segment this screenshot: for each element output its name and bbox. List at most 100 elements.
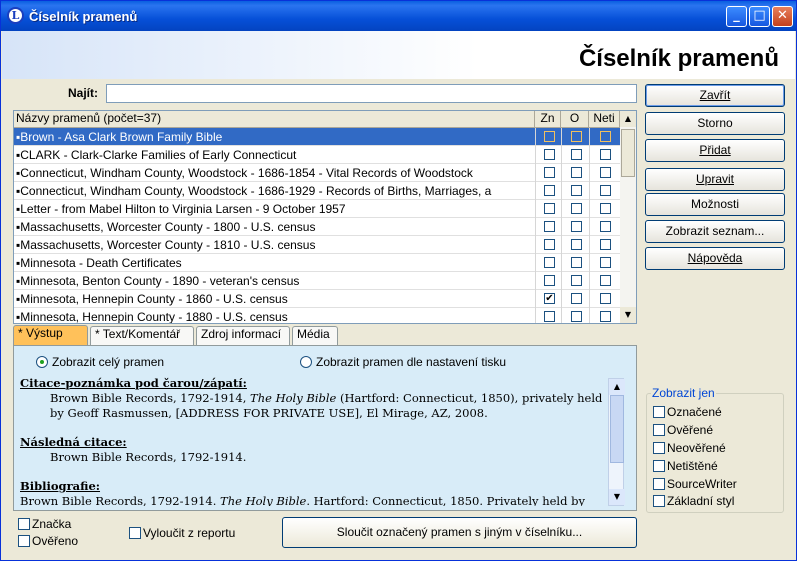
- cell-zn: [535, 218, 561, 236]
- checkbox-o[interactable]: [571, 257, 582, 268]
- table-row[interactable]: ▪Connecticut, Windham County, Woodstock …: [14, 164, 620, 182]
- table-row[interactable]: ▪Massachusetts, Worcester County - 1810 …: [14, 236, 620, 254]
- tab-output[interactable]: * Výstup: [13, 325, 88, 345]
- tab-source-info[interactable]: Zdroj informací: [196, 326, 290, 345]
- checkbox-zn[interactable]: ✔: [544, 293, 555, 304]
- source-name: ▪Connecticut, Windham County, Woodstock …: [16, 166, 473, 180]
- column-header-name[interactable]: Názvy pramenů (počet=37): [14, 111, 535, 128]
- mark-checkbox[interactable]: Značka: [18, 517, 71, 531]
- source-name: ▪Minnesota, Hennepin County - 1880 - U.S…: [16, 310, 288, 324]
- column-header-o[interactable]: O: [561, 111, 589, 128]
- cell-neti: [589, 272, 620, 290]
- table-row[interactable]: ▪Minnesota, Benton County - 1890 - veter…: [14, 272, 620, 290]
- citation-scroll-thumb[interactable]: [610, 395, 624, 463]
- checkbox-zn[interactable]: [544, 149, 555, 160]
- citation-scrollbar[interactable]: ▲ ▼: [608, 378, 625, 506]
- scroll-up-icon[interactable]: ▲: [620, 111, 636, 127]
- table-row[interactable]: ▪Minnesota - Death Certificates: [14, 254, 620, 272]
- cell-zn: [535, 272, 561, 290]
- checkbox-zn[interactable]: [544, 257, 555, 268]
- checkbox-o[interactable]: [571, 203, 582, 214]
- checkbox-zn[interactable]: [544, 185, 555, 196]
- table-row[interactable]: ▪Connecticut, Windham County, Woodstock …: [14, 182, 620, 200]
- footnote-heading: Citace-poznámka pod čarou/zápatí:: [20, 376, 247, 390]
- tab-text-comment[interactable]: * Text/Komentář: [90, 326, 194, 345]
- radio-print-settings[interactable]: Zobrazit pramen dle nastavení tisku: [300, 355, 506, 369]
- checkbox-o[interactable]: [571, 275, 582, 286]
- table-row[interactable]: ▪Minnesota, Hennepin County - 1860 - U.S…: [14, 290, 620, 308]
- grid-scrollbar[interactable]: ▲ ▼: [620, 111, 636, 323]
- checkbox-zn[interactable]: [544, 239, 555, 250]
- checkbox-neti[interactable]: [600, 257, 611, 268]
- radio-full-source[interactable]: Zobrazit celý pramen: [36, 355, 164, 369]
- cell-neti: [589, 146, 620, 164]
- app-logo-icon: L: [7, 7, 24, 24]
- minimize-button[interactable]: _: [726, 6, 747, 27]
- filter-sourcewriter[interactable]: SourceWriter: [653, 477, 737, 491]
- close-window-button[interactable]: ✕: [772, 6, 793, 27]
- edit-button[interactable]: Upravit: [645, 168, 785, 191]
- cell-neti: [589, 128, 620, 146]
- cell-o: [561, 290, 589, 308]
- cell-zn: [535, 236, 561, 254]
- cell-zn: [535, 254, 561, 272]
- checkbox-o[interactable]: [571, 221, 582, 232]
- checkbox-neti[interactable]: [600, 275, 611, 286]
- output-panel: Zobrazit celý pramen Zobrazit pramen dle…: [13, 345, 637, 511]
- checkbox-o[interactable]: [571, 131, 582, 142]
- checkbox-neti[interactable]: [600, 311, 611, 322]
- checkbox-zn[interactable]: [544, 275, 555, 286]
- checkbox-neti[interactable]: [600, 131, 611, 142]
- table-row[interactable]: ▪Brown - Asa Clark Brown Family Bible: [14, 128, 620, 146]
- checkbox-zn[interactable]: [544, 167, 555, 178]
- filter-basic-style[interactable]: Základní styl: [653, 494, 734, 508]
- show-list-button[interactable]: Zobrazit seznam...: [645, 220, 785, 243]
- table-row[interactable]: ▪Letter - from Mabel Hilton to Virginia …: [14, 200, 620, 218]
- close-button[interactable]: Zavřít: [645, 84, 785, 107]
- verified-checkbox[interactable]: Ověřeno: [18, 534, 78, 548]
- checkbox-neti[interactable]: [600, 149, 611, 160]
- column-header-zn[interactable]: Zn: [535, 111, 561, 128]
- scroll-thumb[interactable]: [621, 129, 635, 177]
- options-button[interactable]: Možnosti: [645, 193, 785, 216]
- checkbox-neti[interactable]: [600, 239, 611, 250]
- checkbox-zn[interactable]: [544, 221, 555, 232]
- checkbox-o[interactable]: [571, 311, 582, 322]
- checkbox-o[interactable]: [571, 149, 582, 160]
- column-header-neti[interactable]: Neti: [589, 111, 620, 128]
- checkbox-zn[interactable]: [544, 203, 555, 214]
- checkbox-neti[interactable]: [600, 167, 611, 178]
- find-input[interactable]: [106, 84, 637, 103]
- cell-zn: [535, 182, 561, 200]
- table-row[interactable]: ▪Massachusetts, Worcester County - 1800 …: [14, 218, 620, 236]
- cancel-button[interactable]: Storno: [645, 112, 785, 135]
- filter-unverified[interactable]: Neověřené: [653, 441, 726, 455]
- filter-unprinted[interactable]: Netištěné: [653, 459, 718, 473]
- scroll-down-icon[interactable]: ▼: [620, 307, 636, 323]
- checkbox-o[interactable]: [571, 185, 582, 196]
- exclude-report-checkbox[interactable]: Vyloučit z reportu: [129, 526, 235, 540]
- checkbox-o[interactable]: [571, 293, 582, 304]
- tab-media[interactable]: Média: [292, 326, 338, 345]
- table-row[interactable]: ▪CLARK - Clark-Clarke Families of Early …: [14, 146, 620, 164]
- filter-marked[interactable]: Označené: [653, 405, 722, 419]
- add-button[interactable]: Přidat: [645, 139, 785, 162]
- checkbox-o[interactable]: [571, 167, 582, 178]
- checkbox-zn[interactable]: [544, 131, 555, 142]
- checkbox-zn[interactable]: [544, 311, 555, 322]
- checkbox-neti[interactable]: [600, 185, 611, 196]
- source-name: ▪CLARK - Clark-Clarke Families of Early …: [16, 148, 297, 162]
- citation-scroll-up-icon[interactable]: ▲: [609, 379, 625, 395]
- table-row[interactable]: ▪Minnesota, Hennepin County - 1880 - U.S…: [14, 308, 620, 324]
- citation-scroll-down-icon[interactable]: ▼: [609, 489, 625, 505]
- help-button[interactable]: Nápověda: [645, 247, 785, 270]
- checkbox-neti[interactable]: [600, 203, 611, 214]
- cell-o: [561, 308, 589, 323]
- checkbox-o[interactable]: [571, 239, 582, 250]
- filter-verified[interactable]: Ověřené: [653, 423, 713, 437]
- sources-grid[interactable]: Názvy pramenů (počet=37) Zn O Neti ▪Brow…: [13, 110, 637, 324]
- checkbox-neti[interactable]: [600, 293, 611, 304]
- checkbox-neti[interactable]: [600, 221, 611, 232]
- merge-source-button[interactable]: Sloučit označený pramen s jiným v číseln…: [282, 517, 637, 548]
- maximize-button[interactable]: □: [749, 6, 770, 27]
